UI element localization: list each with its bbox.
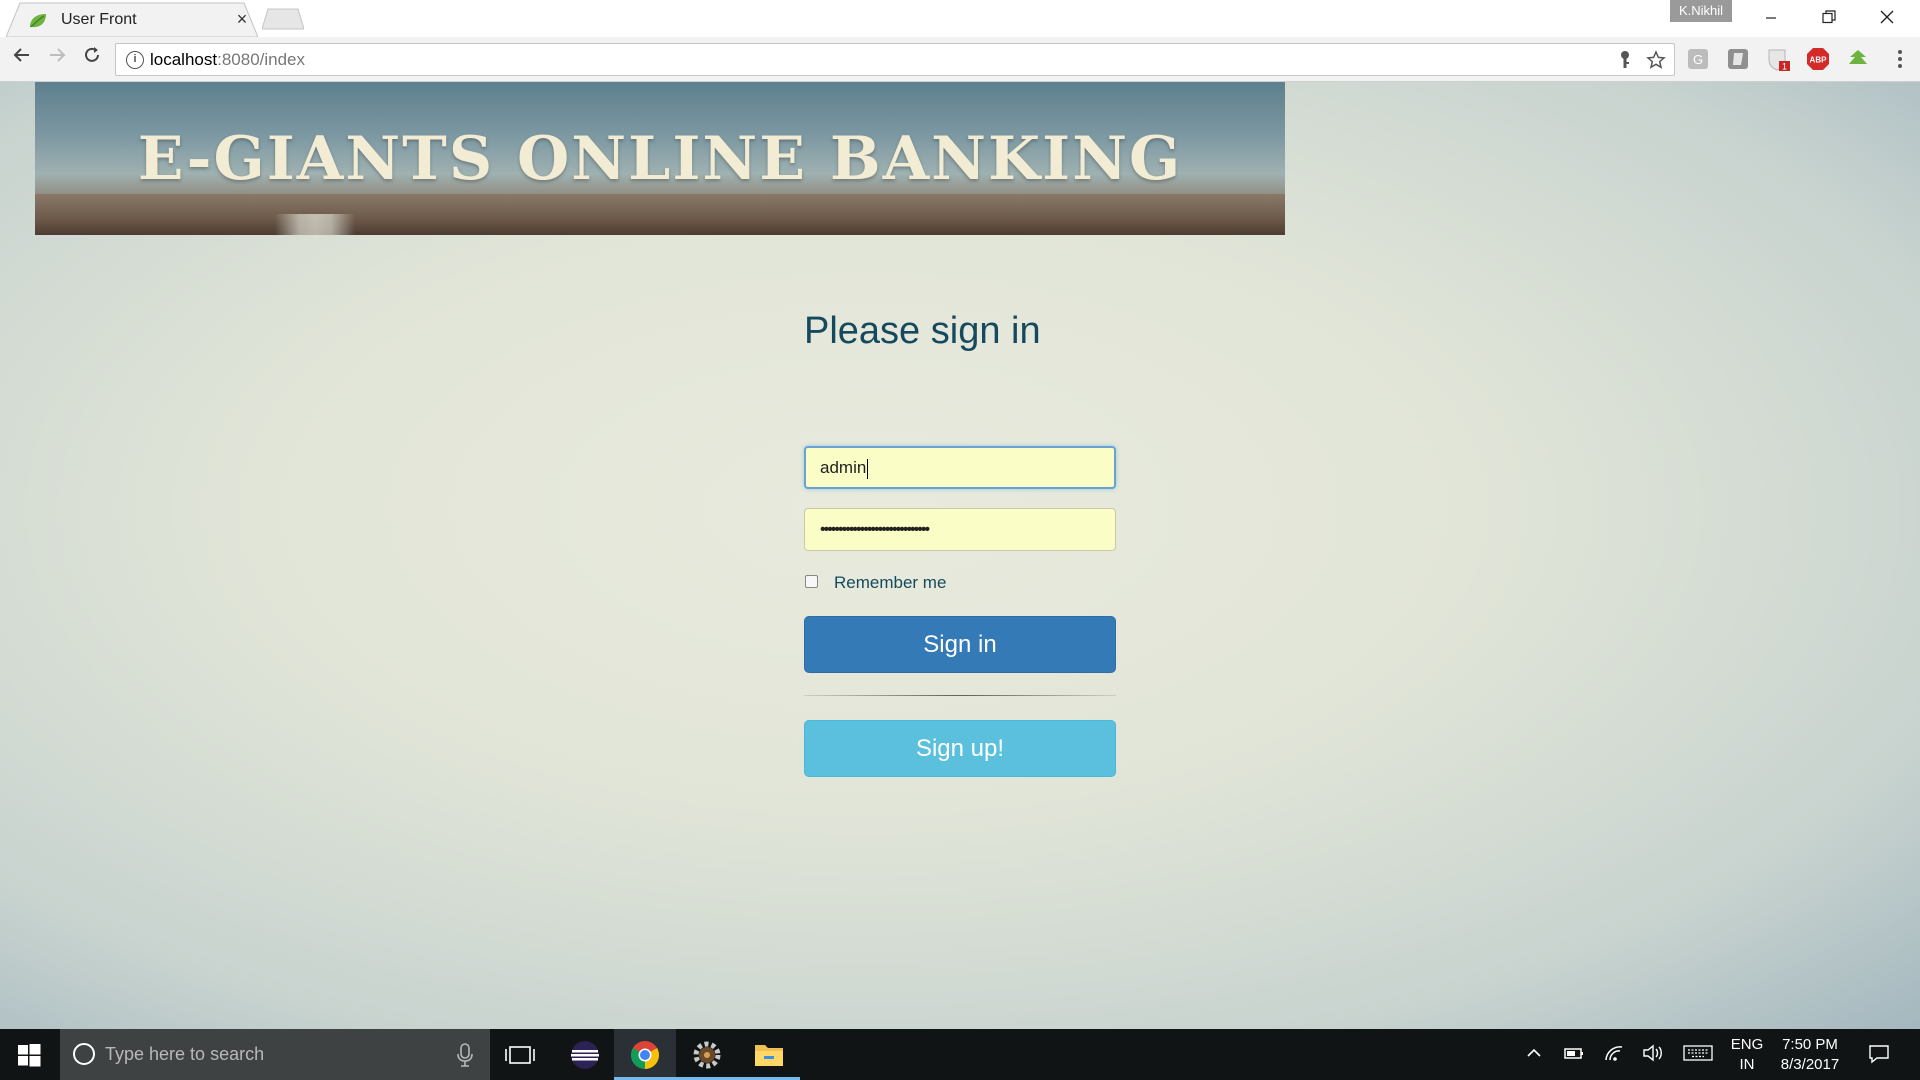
battery-icon[interactable] <box>1563 1044 1585 1067</box>
reload-icon[interactable] <box>78 45 106 73</box>
info-icon[interactable]: i <box>126 51 144 69</box>
tab-close-icon[interactable]: × <box>234 9 250 30</box>
minimize-icon[interactable] <box>1748 4 1794 32</box>
username-value: admin <box>820 458 867 477</box>
remember-checkbox[interactable] <box>805 575 818 588</box>
language-code: ENG <box>1730 1036 1764 1053</box>
windows-start-icon[interactable] <box>10 1041 48 1069</box>
new-tab-button[interactable] <box>261 8 305 30</box>
profile-button[interactable]: K.Nikhil <box>1670 0 1732 22</box>
key-icon[interactable] <box>1618 50 1632 75</box>
browser-toolbar: i localhost:8080/index G 1 ABP <box>0 37 1920 82</box>
keyboard-icon[interactable] <box>1683 1044 1713 1067</box>
taskbar-search-box[interactable]: Type here to search <box>60 1029 490 1080</box>
close-window-icon[interactable] <box>1864 4 1910 32</box>
adblock-plus-icon[interactable]: ABP <box>1806 47 1830 71</box>
show-hidden-icons[interactable] <box>1525 1044 1543 1067</box>
microphone-icon[interactable] <box>455 1043 475 1067</box>
url-host: localhost <box>150 50 218 69</box>
svg-text:1: 1 <box>1782 62 1787 72</box>
clock-time: 7:50 PM <box>1782 1036 1838 1053</box>
cortana-icon <box>73 1043 95 1065</box>
signin-form: Please sign in admin •••••••••••••••••••… <box>804 310 1116 777</box>
remember-label: Remember me <box>834 573 947 592</box>
url-path: :8080/index <box>217 50 306 69</box>
clock-date: 8/3/2017 <box>1780 1056 1840 1073</box>
banner-image: E-GIANTS ONLINE BANKING <box>35 82 1285 235</box>
banner-title: E-GIANTS ONLINE BANKING <box>137 124 1183 194</box>
address-bar[interactable]: i localhost:8080/index <box>115 43 1675 76</box>
signin-button[interactable]: Sign in <box>804 616 1116 673</box>
extension-ublock-icon[interactable]: 1 <box>1766 47 1790 72</box>
back-icon[interactable] <box>8 45 36 73</box>
extension-shield-icon[interactable] <box>1726 47 1750 71</box>
password-mask: •••••••••••••••••••••••••••••• <box>820 521 930 538</box>
svg-text:ABP: ABP <box>1810 56 1828 65</box>
extension-leaf-icon[interactable] <box>1846 47 1870 71</box>
wifi-icon[interactable] <box>1603 1044 1625 1067</box>
search-placeholder: Type here to search <box>105 1044 265 1064</box>
restore-icon[interactable] <box>1806 4 1852 32</box>
form-divider <box>804 695 1116 696</box>
bookmark-star-icon[interactable] <box>1646 50 1666 75</box>
language-region: IN <box>1739 1056 1755 1073</box>
language-indicator[interactable]: ENG IN <box>1727 1035 1767 1075</box>
browser-tab[interactable]: User Front × <box>6 2 258 37</box>
url-text[interactable]: localhost:8080/index <box>150 50 305 70</box>
tab-title: User Front <box>61 11 137 28</box>
eclipse-icon[interactable] <box>565 1037 605 1073</box>
action-center-icon[interactable] <box>1868 1044 1890 1069</box>
extension-g-icon[interactable]: G <box>1686 47 1710 71</box>
password-input[interactable]: •••••••••••••••••••••••••••••• <box>804 508 1116 551</box>
spring-leaf-icon <box>28 13 48 29</box>
task-view-icon[interactable] <box>500 1037 540 1073</box>
signin-heading: Please sign in <box>804 310 1041 352</box>
chrome-taskbar-icon[interactable] <box>614 1029 676 1080</box>
page-content: E-GIANTS ONLINE BANKING Please sign in a… <box>0 82 1920 1029</box>
volume-icon[interactable] <box>1642 1044 1666 1067</box>
svg-text:G: G <box>1693 52 1703 67</box>
signup-button[interactable]: Sign up! <box>804 720 1116 777</box>
chrome-menu-icon[interactable] <box>1888 47 1912 71</box>
username-input[interactable]: admin <box>804 446 1116 489</box>
text-caret <box>867 458 869 479</box>
windows-taskbar: Type here to search ENG IN 7:50 PM 8/3/2… <box>0 1029 1920 1080</box>
taskbar-clock[interactable]: 7:50 PM 8/3/2017 <box>1770 1035 1850 1075</box>
banner-road <box>275 214 355 235</box>
banner-ground <box>35 194 1285 235</box>
browser-tabstrip: User Front × K.Nikhil <box>0 0 1920 37</box>
settings-gear-taskbar-icon[interactable] <box>676 1029 738 1080</box>
file-explorer-icon[interactable] <box>738 1029 800 1080</box>
forward-icon[interactable] <box>43 45 71 73</box>
